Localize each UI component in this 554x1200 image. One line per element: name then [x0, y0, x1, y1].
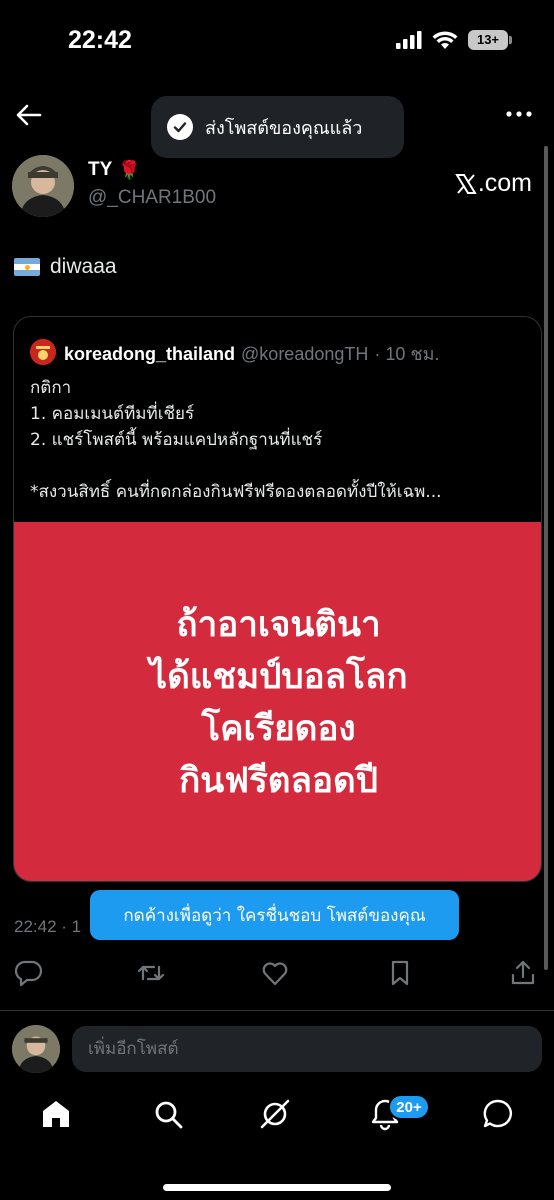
quoted-line: กติกา — [30, 378, 72, 398]
status-icons: 13+ — [396, 30, 512, 50]
bookmark-icon[interactable] — [385, 958, 415, 988]
argentina-flag-icon — [14, 258, 40, 276]
post-sent-toast: ส่งโพสต์ของคุณแล้ว — [151, 96, 404, 158]
messages-icon[interactable] — [480, 1096, 516, 1132]
checkmark-icon — [167, 114, 193, 140]
scrollbar[interactable] — [544, 146, 548, 970]
post-text: diwaaa — [50, 255, 117, 278]
repost-icon[interactable] — [136, 958, 166, 988]
share-icon[interactable] — [508, 958, 538, 988]
home-icon[interactable] — [38, 1096, 74, 1132]
cellular-signal-icon — [396, 31, 422, 49]
quoted-post-header: koreadong_thailand @koreadongTH · 10 ชม. — [64, 339, 439, 368]
image-text-line: ถ้าอาเจนตินา — [176, 604, 381, 645]
home-indicator[interactable] — [163, 1184, 391, 1191]
status-time: 22:42 — [68, 26, 132, 54]
quoted-post-image[interactable]: ถ้าอาเจนตินา ได้แชมป์บอลโลก โคเรียดอง กิ… — [14, 522, 541, 881]
like-hint-tooltip: กดค้างเพื่อดูว่า ใครชื่นชอบ โพสต์ของคุณ — [90, 890, 459, 940]
quoted-line: 1. คอมเมนต์ทีมที่เชียร์ — [30, 404, 195, 424]
x-logo-icon — [455, 173, 477, 194]
quoted-post[interactable]: koreadong_thailand @koreadongTH · 10 ชม.… — [13, 316, 542, 882]
reply-icon[interactable] — [14, 958, 44, 988]
add-post-input[interactable] — [72, 1026, 542, 1072]
image-text-line: กินฟรีตลอดปี — [179, 760, 378, 801]
author-handle[interactable]: @_CHAR1B00 — [88, 187, 216, 209]
quoted-author-avatar — [30, 339, 56, 365]
post-header: TY 🌹 @_CHAR1B00 .com — [12, 155, 532, 219]
rose-emoji: 🌹 — [118, 159, 141, 181]
more-options-icon[interactable] — [504, 104, 534, 124]
grok-icon[interactable] — [257, 1096, 293, 1132]
author-name[interactable]: TY — [88, 159, 112, 181]
post-timestamp: 22:42 · 1 — [14, 917, 82, 936]
toast-message: ส่งโพสต์ของคุณแล้ว — [205, 117, 363, 139]
quoted-author-handle: @koreadongTH — [241, 344, 369, 364]
brand-text: .com — [477, 169, 532, 197]
wifi-icon — [432, 30, 458, 49]
battery-indicator: 13+ — [468, 30, 512, 50]
quoted-author-name: koreadong_thailand — [64, 344, 236, 364]
search-icon[interactable] — [150, 1096, 186, 1132]
author-name-row[interactable]: TY 🌹 — [88, 159, 141, 181]
quoted-line: 2. แชร์โพสต์นี้ พร้อมแคปหลักฐานที่แชร์ — [30, 430, 323, 450]
quoted-line: *สงวนสิทธิ์ คนที่กดกล่องกินฟรีฟรีดองตลอด… — [30, 482, 442, 502]
notification-badge: 20+ — [388, 1094, 430, 1120]
quoted-line — [30, 453, 530, 479]
back-arrow-icon[interactable] — [14, 100, 44, 130]
quoted-post-age: · 10 ชม. — [374, 344, 440, 364]
like-icon[interactable] — [260, 958, 290, 988]
quoted-post-text: กติกา 1. คอมเมนต์ทีมที่เชียร์ 2. แชร์โพส… — [30, 375, 530, 505]
divider — [0, 1010, 554, 1011]
image-text-line: โคเรียดอง — [201, 708, 356, 749]
bottom-tab-bar — [0, 1086, 554, 1200]
image-text-line: ได้แชมป์บอลโลก — [149, 656, 408, 697]
x-brand-logo: .com — [455, 169, 532, 198]
current-user-avatar — [12, 1025, 60, 1073]
author-avatar[interactable] — [12, 155, 74, 217]
post-body: diwaaa — [14, 255, 117, 279]
post-actions — [0, 958, 554, 994]
status-bar: 22:42 13+ — [0, 0, 554, 80]
